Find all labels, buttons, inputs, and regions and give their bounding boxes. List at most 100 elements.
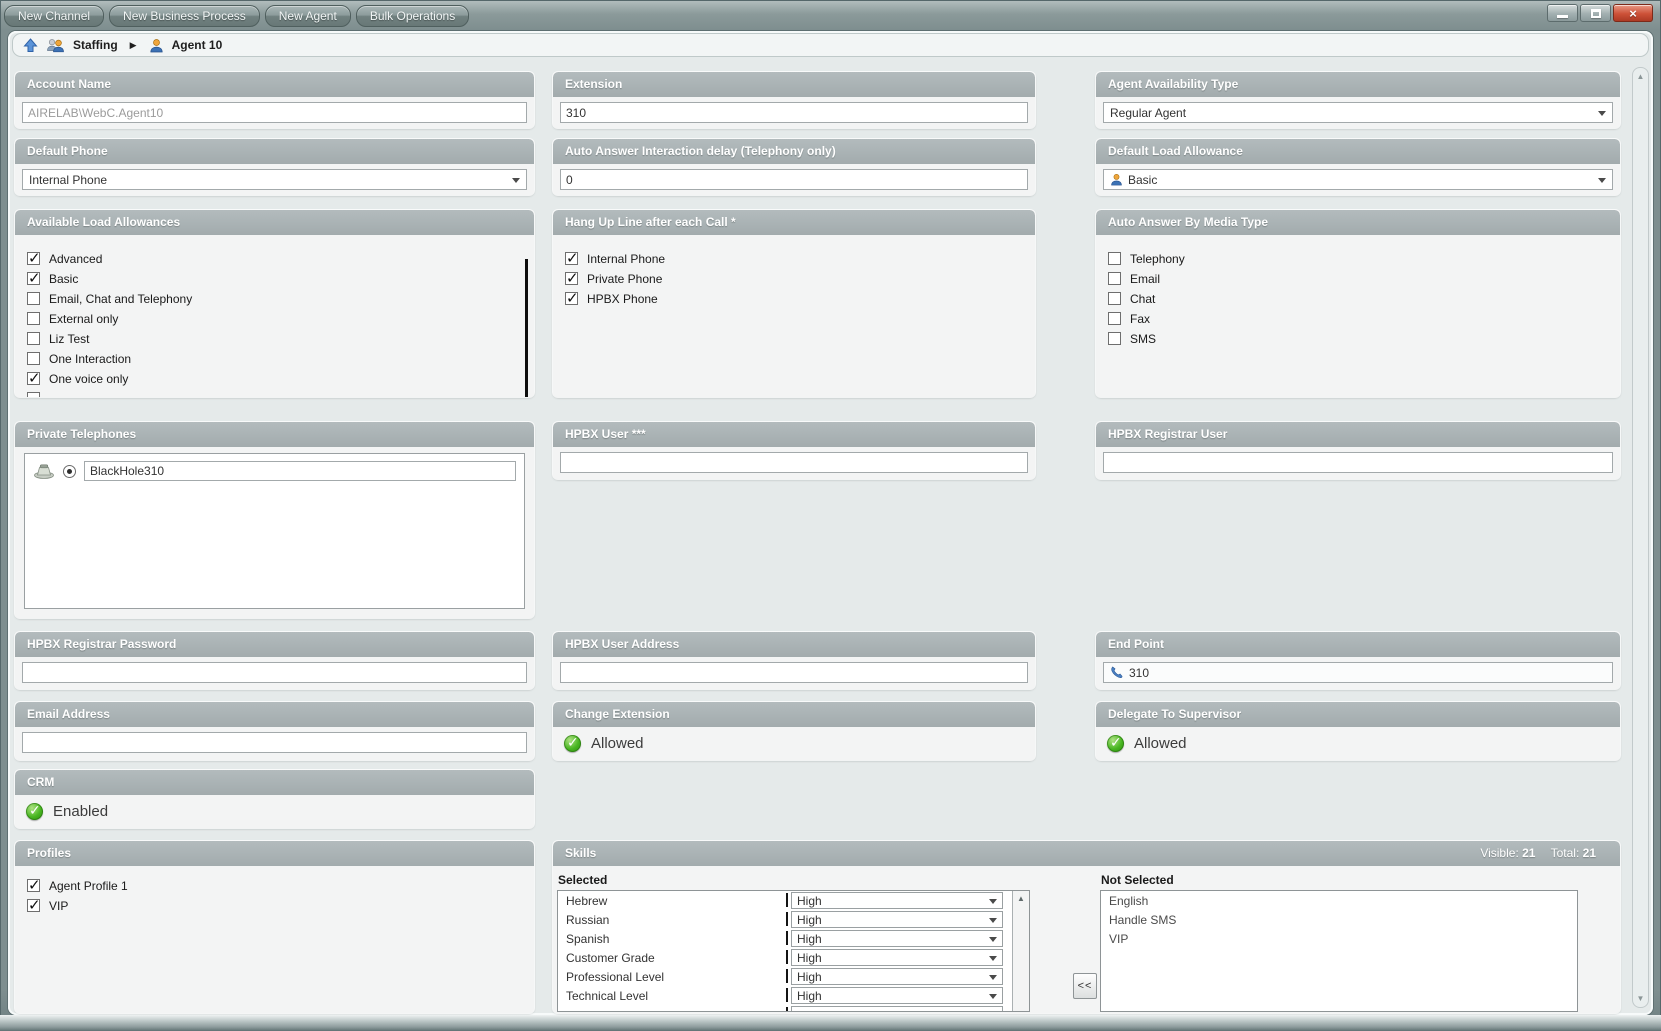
skills-title: Skills xyxy=(565,846,596,860)
scroll-up-icon[interactable]: ▲ xyxy=(1633,72,1648,81)
skill-row-professional-level[interactable]: Professional Level High xyxy=(558,967,1029,986)
panel-title: Email Address xyxy=(15,702,534,727)
checkbox-icon xyxy=(27,352,40,365)
panel-title: HPBX User *** xyxy=(553,422,1035,447)
not-selected-skill[interactable]: VIP xyxy=(1101,929,1577,948)
move-to-not-selected-button[interactable]: << xyxy=(1073,973,1097,999)
hangup-hpbx-phone[interactable]: HPBX Phone xyxy=(565,290,658,307)
delegate-status: Allowed xyxy=(1107,735,1187,752)
media-sms[interactable]: SMS xyxy=(1108,330,1156,347)
hangup-private-phone[interactable]: Private Phone xyxy=(565,270,662,287)
skill-level-select[interactable]: High xyxy=(791,949,1003,966)
dropdown-arrow-icon xyxy=(989,918,997,923)
skill-row-russian[interactable]: Russian High xyxy=(558,910,1029,929)
default-phone-select[interactable]: Internal Phone xyxy=(22,169,527,190)
skill-level-select[interactable]: High xyxy=(791,930,1003,947)
hpbx-user-address-field[interactable] xyxy=(560,662,1028,683)
account-name-field[interactable] xyxy=(22,102,527,123)
load-allowance-external-only[interactable]: External only xyxy=(27,310,118,327)
list-scrollbar-thumb[interactable] xyxy=(525,259,528,397)
scroll-down-icon[interactable]: ▼ xyxy=(1633,994,1648,1003)
breadcrumb: Staffing ▶ Agent 10 xyxy=(12,33,1649,57)
panel-hpbx-registrar-user: HPBX Registrar User xyxy=(1096,422,1620,479)
load-allowance-one-voice-only[interactable]: One voice only xyxy=(27,370,128,387)
bulk-operations-button[interactable]: Bulk Operations xyxy=(356,5,469,27)
extension-field[interactable] xyxy=(560,102,1028,123)
load-allowance-one-interaction[interactable]: One Interaction xyxy=(27,350,131,367)
skill-level-select[interactable]: High xyxy=(791,892,1003,909)
profile-vip[interactable]: VIP xyxy=(27,897,68,914)
private-telephone-radio[interactable] xyxy=(63,465,76,478)
not-selected-skill[interactable]: English xyxy=(1101,891,1577,910)
minimize-icon[interactable] xyxy=(1547,4,1578,22)
agent-icon xyxy=(1110,173,1123,186)
profile-agent-profile-1[interactable]: Agent Profile 1 xyxy=(27,877,128,894)
staffing-icon xyxy=(46,38,65,53)
default-load-allowance-select[interactable]: Basic xyxy=(1103,169,1613,190)
skills-list-scrollbar[interactable]: ▲ xyxy=(1012,891,1029,1011)
panel-profiles: Profiles Agent Profile 1 VIP xyxy=(15,841,534,1013)
skills-counts: Visible: 21 Total: 21 xyxy=(1480,841,1608,866)
selected-skills-list[interactable]: Hebrew High Russian High Spanish High xyxy=(557,890,1030,1012)
media-telephony[interactable]: Telephony xyxy=(1108,250,1185,267)
scroll-up-icon[interactable]: ▲ xyxy=(1013,891,1029,903)
end-point-field[interactable]: 310 xyxy=(1103,662,1613,683)
selected-value: Regular Agent xyxy=(1110,106,1186,120)
new-channel-button[interactable]: New Channel xyxy=(4,5,104,27)
hpbx-user-field[interactable] xyxy=(560,452,1028,473)
checkbox-icon xyxy=(1108,252,1121,265)
checkbox-label: One Interaction xyxy=(49,352,131,366)
load-allowance-advanced[interactable]: Advanced xyxy=(27,250,102,267)
selected-value: High xyxy=(797,913,822,927)
load-allowance-liz-test[interactable]: Liz Test xyxy=(27,330,89,347)
load-allowance-clipped-row[interactable] xyxy=(27,390,40,397)
skill-row-spanish[interactable]: Spanish High xyxy=(558,929,1029,948)
panel-hpbx-registrar-password: HPBX Registrar Password xyxy=(15,632,534,689)
panel-auto-answer-media: Auto Answer By Media Type Telephony Emai… xyxy=(1096,210,1620,397)
page-scrollbar[interactable]: ▲ ▼ xyxy=(1632,67,1649,1008)
checkbox-label: Chat xyxy=(1130,292,1155,306)
checkbox-icon xyxy=(27,879,40,892)
panel-title: Private Telephones xyxy=(15,422,534,447)
breadcrumb-staffing[interactable]: Staffing xyxy=(73,38,118,52)
panel-delegate-to-supervisor: Delegate To Supervisor Allowed xyxy=(1096,702,1620,760)
skill-level-select[interactable]: High xyxy=(791,911,1003,928)
new-business-process-button[interactable]: New Business Process xyxy=(109,5,260,27)
media-email[interactable]: Email xyxy=(1108,270,1160,287)
email-address-field[interactable] xyxy=(22,732,527,753)
selected-list-label: Selected xyxy=(558,873,607,887)
checkbox-icon xyxy=(27,372,40,385)
not-selected-skills-list[interactable]: English Handle SMS VIP xyxy=(1100,890,1578,1012)
dropdown-arrow-icon xyxy=(989,899,997,904)
maximize-icon[interactable] xyxy=(1580,4,1611,22)
private-telephone-field[interactable] xyxy=(84,461,516,481)
end-point-value: 310 xyxy=(1129,666,1149,680)
skill-row-technical-level[interactable]: Technical Level High xyxy=(558,986,1029,1005)
panel-hpbx-user: HPBX User *** xyxy=(553,422,1035,479)
new-agent-button[interactable]: New Agent xyxy=(265,5,351,27)
load-allowance-email-chat-telephony[interactable]: Email, Chat and Telephony xyxy=(27,290,192,307)
status-badge: Allowed xyxy=(1134,735,1187,752)
panel-extension: Extension xyxy=(553,72,1035,128)
hangup-internal-phone[interactable]: Internal Phone xyxy=(565,250,665,267)
checkbox-icon xyxy=(565,272,578,285)
media-chat[interactable]: Chat xyxy=(1108,290,1155,307)
not-selected-skill[interactable]: Handle SMS xyxy=(1101,910,1577,929)
panel-default-load-allowance: Default Load Allowance Basic xyxy=(1096,139,1620,195)
skill-row-hebrew[interactable]: Hebrew High xyxy=(558,891,1029,910)
skill-level-select[interactable]: High xyxy=(791,968,1003,985)
breadcrumb-agent[interactable]: Agent 10 xyxy=(172,38,223,52)
hpbx-registrar-password-field[interactable] xyxy=(22,662,527,683)
load-allowance-basic[interactable]: Basic xyxy=(27,270,78,287)
home-up-icon[interactable] xyxy=(23,38,38,53)
skill-row-customer-grade[interactable]: Customer Grade High xyxy=(558,948,1029,967)
auto-answer-delay-field[interactable] xyxy=(560,169,1028,190)
media-fax[interactable]: Fax xyxy=(1108,310,1150,327)
agent-availability-select[interactable]: Regular Agent xyxy=(1103,102,1613,123)
panel-private-telephones: Private Telephones xyxy=(15,422,534,618)
hpbx-registrar-user-field[interactable] xyxy=(1103,452,1613,473)
panel-title: CRM xyxy=(15,770,534,795)
status-badge: Enabled xyxy=(53,803,108,820)
close-icon[interactable]: × xyxy=(1613,4,1653,22)
skill-level-select[interactable]: High xyxy=(791,987,1003,1004)
